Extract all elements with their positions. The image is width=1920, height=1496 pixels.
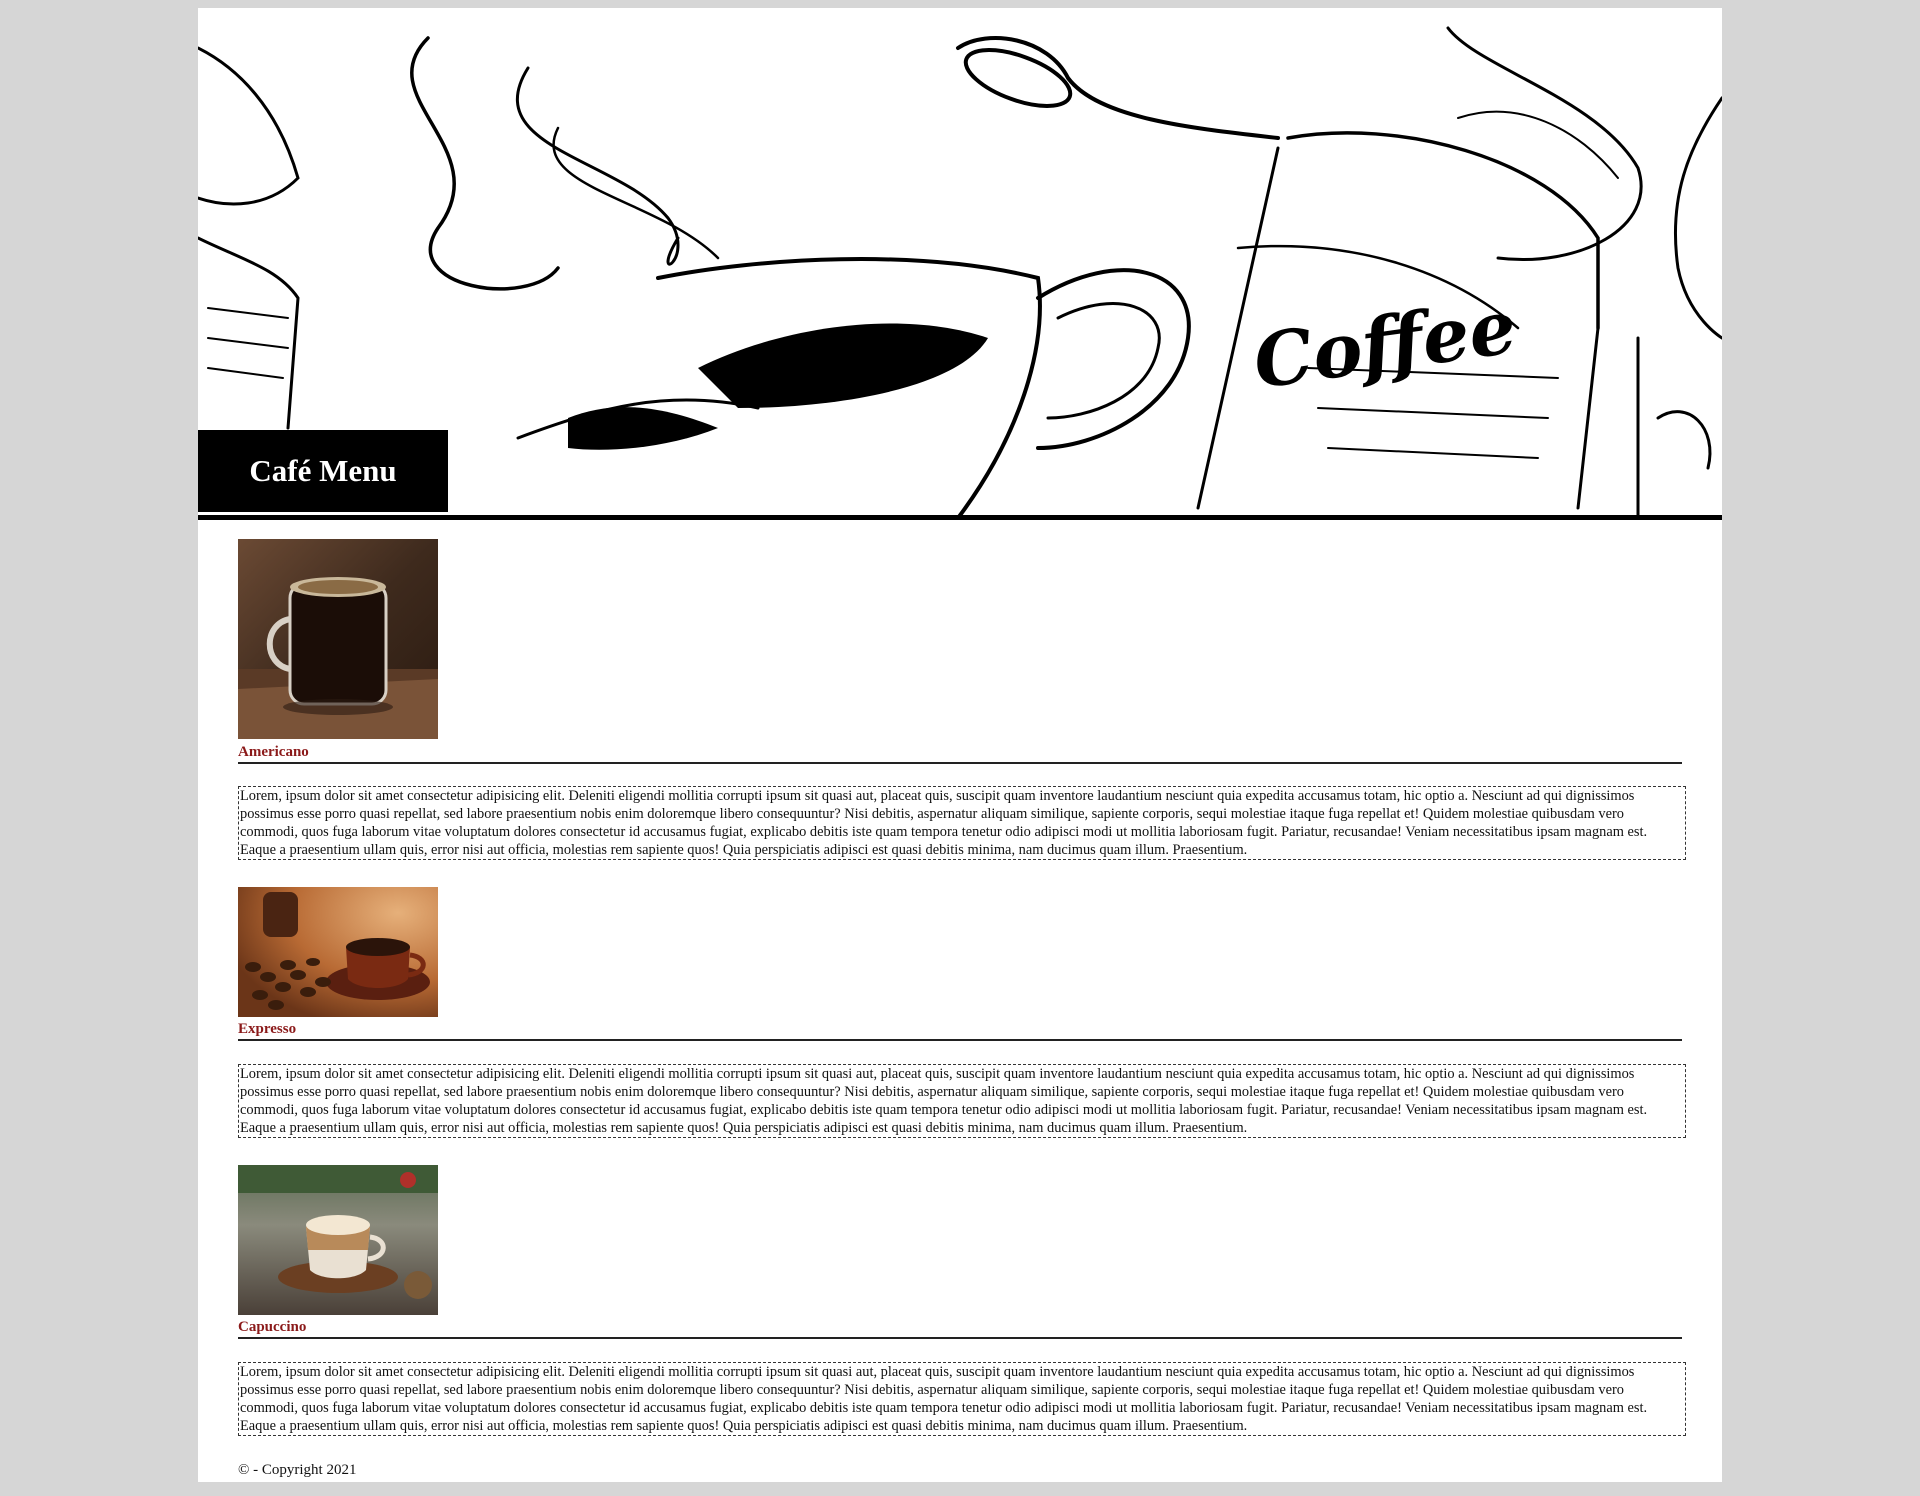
- page-title: Café Menu: [198, 430, 448, 512]
- item-name-americano: Americano: [238, 743, 1682, 764]
- item-description: Lorem, ipsum dolor sit amet consectetur …: [238, 1064, 1686, 1138]
- item-name-expresso: Expresso: [238, 1020, 1682, 1041]
- item-name-capuccino: Capuccino: [238, 1318, 1682, 1339]
- header-banner: Coffee Café Menu: [198, 8, 1722, 520]
- coffee-label-text: Coffee: [1249, 284, 1522, 406]
- cappuccino-cup-photo-icon: [238, 1165, 438, 1315]
- page-container: Coffee Café Menu Americano Lorem, ipsum …: [198, 8, 1722, 1482]
- americano-cup-photo-icon: [238, 539, 438, 739]
- espresso-beans-photo-icon: [238, 887, 438, 1017]
- item-description: Lorem, ipsum dolor sit amet consectetur …: [238, 786, 1686, 860]
- item-description: Lorem, ipsum dolor sit amet consectetur …: [238, 1362, 1686, 1436]
- footer-copyright: © - Copyright 2021: [238, 1462, 357, 1478]
